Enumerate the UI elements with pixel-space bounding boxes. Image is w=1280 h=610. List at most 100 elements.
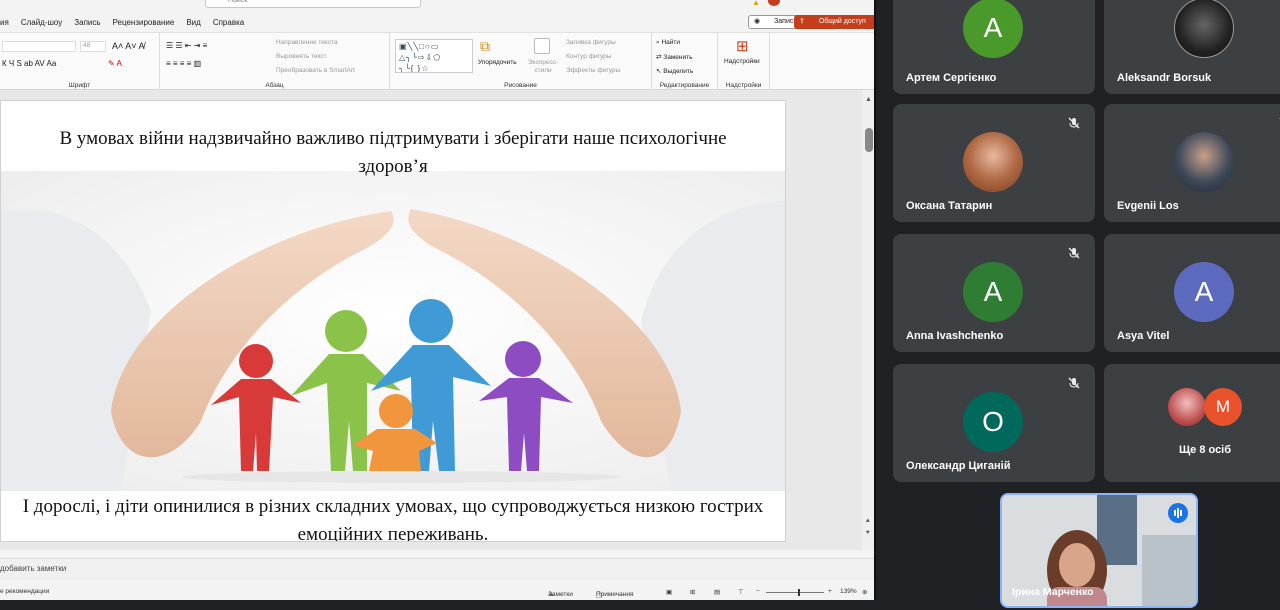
tab-help[interactable]: Справка <box>213 18 244 27</box>
font-group: 48 A˄ A˅ A̸ К Ч S ab AV Aa ✎ A Шрифт <box>0 33 160 91</box>
participant-tile[interactable]: Evgenii Los <box>1104 104 1280 222</box>
ribbon: 48 A˄ A˅ A̸ К Ч S ab AV Aa ✎ A Шрифт ☰ ☰… <box>0 32 874 91</box>
drawing-group-label: Рисование <box>504 82 537 89</box>
participant-name: Ірина Марченко <box>1012 586 1094 598</box>
tab-view[interactable]: Вид <box>186 18 200 27</box>
next-slide-icon[interactable]: ⯆ <box>865 530 871 538</box>
text-direction-button[interactable]: Направление текста <box>276 39 338 46</box>
find-label: Найти <box>661 39 681 46</box>
avatar <box>1168 388 1206 426</box>
status-bar: е рекомендации ≜ Заметки ▢ Примечания ▣ … <box>0 585 874 600</box>
muted-mic-icon <box>1065 114 1083 132</box>
tab-record[interactable]: Запись <box>74 18 100 27</box>
participant-name: Anna Ivashchenko <box>906 330 1004 342</box>
record-dot-icon: ◉ <box>754 18 763 25</box>
account-avatar[interactable] <box>768 0 780 6</box>
font-size-select[interactable]: 48 <box>80 41 106 52</box>
share-label: Общий доступ <box>818 18 866 25</box>
participant-tile[interactable]: A Артем Сергієнко <box>893 0 1095 94</box>
vertical-scrollbar[interactable]: ▲ ⯅ ⯆ <box>862 90 874 550</box>
paragraph-group: ☰ ☰ ⇤ ⇥ ≡ ≡ ≡ ≡ ≡ ▥ Направление текста В… <box>160 33 390 91</box>
notes-placeholder: добавить заметки <box>0 564 67 573</box>
tab-review[interactable]: Рецензирование <box>113 18 175 27</box>
normal-view-icon[interactable]: ▣ <box>666 588 672 596</box>
zoom-slider-thumb[interactable] <box>798 589 800 596</box>
font-style-icons[interactable]: К Ч S ab AV Aa <box>2 59 56 68</box>
quick-styles-button[interactable]: Экспресс-стили <box>524 59 562 75</box>
avatar: O <box>963 392 1023 452</box>
font-group-label: Шрифт <box>68 82 91 89</box>
shape-effects-button[interactable]: Эффекты фигуры <box>566 67 620 74</box>
avatar: A <box>963 262 1023 322</box>
addins-group-label: Надстройки <box>725 82 762 89</box>
muted-mic-icon <box>1065 244 1083 262</box>
arrange-icon[interactable]: ⧉ <box>480 38 490 55</box>
share-button[interactable]: ⇪ Общий доступ ˅ <box>794 15 874 29</box>
shape-outline-button[interactable]: Контур фигуры <box>566 53 611 60</box>
font-name-select[interactable] <box>2 41 76 52</box>
slide-sorter-icon[interactable]: ⊞ <box>690 588 695 596</box>
prev-slide-icon[interactable]: ⯅ <box>865 518 871 526</box>
participant-name: Asya Vitel <box>1117 330 1170 342</box>
zoom-in-icon[interactable]: + <box>828 588 832 595</box>
notes-pane[interactable]: добавить заметки <box>0 558 874 580</box>
powerpoint-window: Поиск ▲ ия Слайд-шоу Запись Рецензирован… <box>0 0 876 600</box>
more-participants-label: Ще 8 осіб <box>1178 444 1232 456</box>
smartart-button[interactable]: Преобразовать в SmartArt <box>276 67 355 74</box>
speaking-indicator-icon <box>1168 503 1188 523</box>
slide-top-text[interactable]: В умовах війни надзвичайно важливо підтр… <box>41 125 745 181</box>
select-label: Выделить <box>663 68 694 75</box>
replace-button[interactable]: ⇄ Заменить <box>656 53 692 61</box>
editing-group: ⌕ Найти ⇄ Заменить ↖ Выделить Редактиров… <box>652 33 718 91</box>
avatar <box>1174 0 1234 58</box>
participant-tile[interactable]: O Олександр Циганій <box>893 364 1095 482</box>
search-input[interactable]: Поиск <box>205 0 421 8</box>
comments-toggle-label: Примечания <box>596 591 634 598</box>
participant-tile[interactable]: Оксана Татарин <box>893 104 1095 222</box>
addins-button[interactable]: Надстройки <box>724 58 760 65</box>
align-text-button[interactable]: Выровнять текст <box>276 53 327 60</box>
font-color-icon[interactable]: ✎ A <box>108 59 122 68</box>
font-grow-icon[interactable]: A˄ A˅ A̸ <box>112 41 145 51</box>
slideshow-icon[interactable]: ⊤ <box>738 588 744 596</box>
participant-tile[interactable]: Aleksandr Borsuk <box>1104 0 1280 94</box>
find-button[interactable]: ⌕ Найти <box>656 39 680 47</box>
tab-partial[interactable]: ия <box>0 18 9 27</box>
participant-name: Evgenii Los <box>1117 200 1179 212</box>
self-view-tile[interactable]: Ірина Марченко <box>1000 493 1198 608</box>
participant-name: Оксана Татарин <box>906 200 993 212</box>
participant-name: Aleksandr Borsuk <box>1117 72 1212 84</box>
addins-group: ⊞ Надстройки Надстройки <box>718 33 770 91</box>
tab-slideshow[interactable]: Слайд-шоу <box>21 18 62 27</box>
participant-tile[interactable]: A Anna Ivashchenko <box>893 234 1095 352</box>
avatar: A <box>1174 262 1234 322</box>
slide[interactable]: В умовах війни надзвичайно важливо підтр… <box>0 100 786 542</box>
muted-mic-icon <box>1276 114 1280 132</box>
participant-name: Артем Сергієнко <box>906 72 997 84</box>
arrange-button[interactable]: Упорядочить <box>478 59 517 66</box>
avatar: A <box>963 0 1023 58</box>
list-icons[interactable]: ☰ ☰ ⇤ ⇥ ≡ <box>166 41 207 50</box>
more-participants-tile[interactable]: M Ще 8 осіб <box>1104 364 1280 482</box>
scroll-up-icon[interactable]: ▲ <box>865 96 872 103</box>
reading-view-icon[interactable]: ▤ <box>714 588 720 596</box>
share-icon: ⇪ <box>799 18 807 25</box>
slide-bottom-text[interactable]: І дорослі, і діти опинилися в різних скл… <box>11 493 775 541</box>
participant-tile[interactable]: A Asya Vitel <box>1104 234 1280 352</box>
zoom-out-icon[interactable]: − <box>756 588 760 595</box>
shape-fill-button[interactable]: Заливка фигуры <box>566 39 616 46</box>
muted-mic-icon <box>1065 374 1083 392</box>
warning-icon[interactable]: ▲ <box>752 0 760 7</box>
zoom-level[interactable]: 139% <box>840 588 857 595</box>
zoom-slider[interactable] <box>766 589 824 596</box>
scroll-thumb[interactable] <box>865 128 873 152</box>
notes-toggle-label: Заметки <box>548 591 573 598</box>
participant-name: Олександр Циганій <box>906 460 1011 472</box>
shapes-gallery[interactable]: ▣╲╲□○▭ △╮╰⇨⇩⬠ ╮╰{ }☆ <box>395 39 473 73</box>
quick-styles-icon[interactable] <box>534 38 550 54</box>
select-button[interactable]: ↖ Выделить <box>656 67 693 75</box>
fit-slide-icon[interactable]: ⊕ <box>862 588 867 596</box>
align-icons[interactable]: ≡ ≡ ≡ ≡ ▥ <box>166 59 201 68</box>
avatar <box>1174 132 1234 192</box>
addins-icon[interactable]: ⊞ <box>736 37 749 55</box>
